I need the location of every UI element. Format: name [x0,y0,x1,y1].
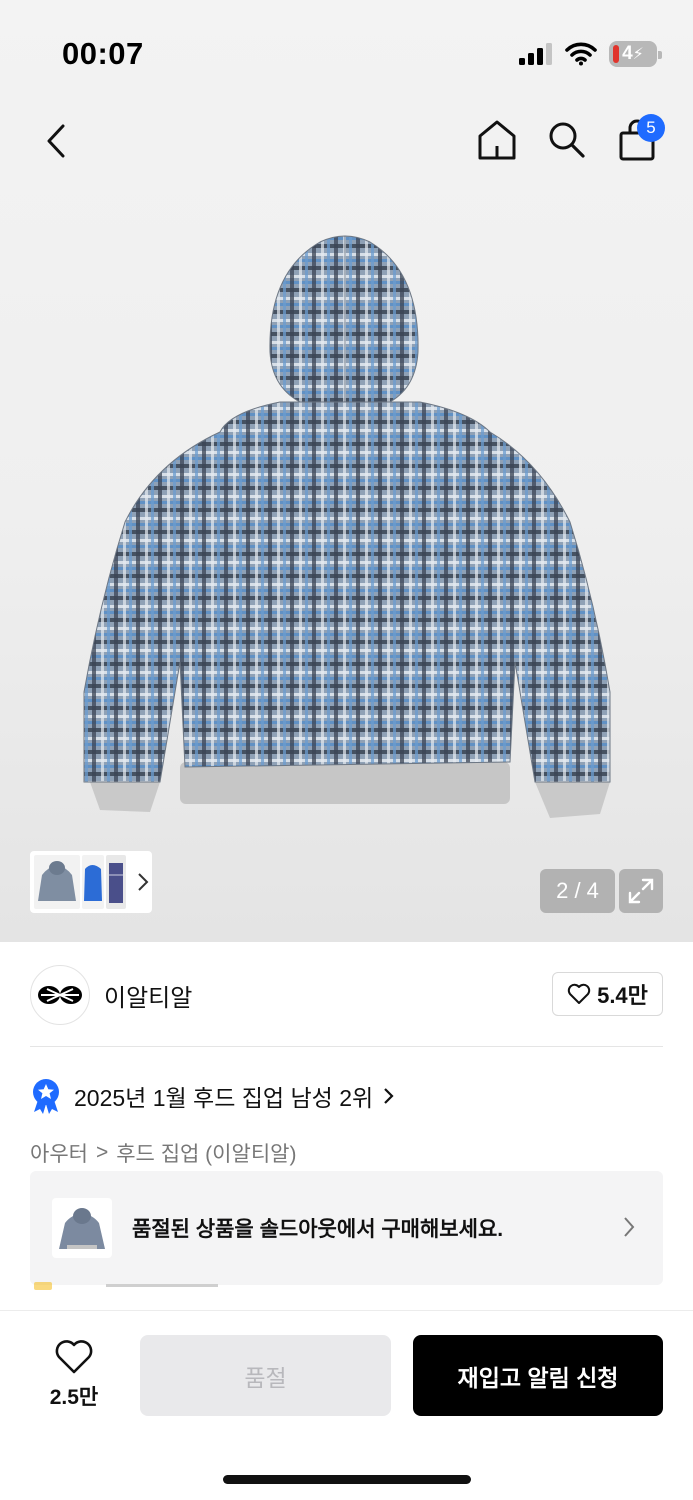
thumbnail-2[interactable] [82,855,104,909]
chevron-right-icon [624,1217,635,1237]
header-actions: 5 [475,114,665,164]
breadcrumb: 아우터 > 후드 집업 (이알티알) [30,1136,296,1170]
battery-level: 4 [622,43,633,64]
star-icon [34,1282,52,1290]
bottom-action-bar: 2.5만 품절 재입고 알림 신청 [0,1310,693,1500]
home-icon [478,120,516,160]
chevron-right-icon [138,873,149,891]
wifi-icon [565,42,597,66]
ranking-text: 2025년 1월 후드 집업 남성 2위 [74,1085,374,1111]
signal-icon [519,43,552,65]
search-button[interactable] [545,116,589,164]
image-page-counter: 2 / 4 [540,869,615,913]
breadcrumb-item-outer[interactable]: 아우터 [30,1138,88,1168]
cart-button[interactable]: 5 [615,114,665,164]
brand-name[interactable]: 이알티알 [104,978,192,1013]
restock-alert-button[interactable]: 재입고 알림 신청 [413,1335,663,1416]
search-icon [549,122,585,158]
status-time: 00:07 [62,36,144,71]
jacket-thumbnail [59,1208,105,1249]
ranking-link[interactable]: 2025년 1월 후드 집업 남성 2위 [30,1076,395,1116]
product-image[interactable] [70,222,630,832]
thumbnail-3[interactable] [106,855,126,909]
brand-like-count: 5.4만 [597,983,648,1008]
expand-icon [628,878,654,904]
soldout-thumbnail [52,1198,112,1258]
home-button[interactable] [475,116,519,164]
breadcrumb-separator: > [95,1141,109,1164]
wishlist-count: 2.5만 [49,1386,99,1409]
heart-icon [55,1340,93,1374]
home-indicator [223,1475,471,1484]
back-button[interactable] [36,118,76,164]
brand-like-button[interactable]: 5.4만 [552,972,663,1016]
rank-badge-icon [33,1079,59,1114]
divider [30,1046,663,1047]
brand-logo[interactable] [30,965,90,1025]
soldout-button: 품절 [140,1335,391,1416]
status-indicators: 4 ⚡ [519,40,662,68]
fullscreen-button[interactable] [619,869,663,913]
soldout-banner-text: 품절된 상품을 솔드아웃에서 구매해보세요. [132,1218,504,1241]
breadcrumb-item-hood-zipup[interactable]: 후드 집업 (이알티알) [116,1138,296,1168]
wishlist-button[interactable]: 2.5만 [34,1339,114,1419]
thumbnail-1[interactable] [34,855,80,909]
brand-logo-icon [38,986,82,1004]
heart-icon [567,983,591,1004]
soldout-banner[interactable]: 품절된 상품을 솔드아웃에서 구매해보세요. [30,1171,663,1285]
content-peek [30,1282,230,1292]
cart-count-badge: 5 [637,114,665,142]
product-gallery[interactable]: 00:07 4 ⚡ 5 2 / 4 [0,0,693,942]
battery-icon: 4 ⚡ [609,41,662,67]
thumbnail-strip[interactable] [30,851,152,913]
chevron-left-icon [47,124,65,158]
brand-row[interactable]: 이알티알 5.4만 [30,964,663,1026]
chevron-right-icon [384,1088,394,1104]
